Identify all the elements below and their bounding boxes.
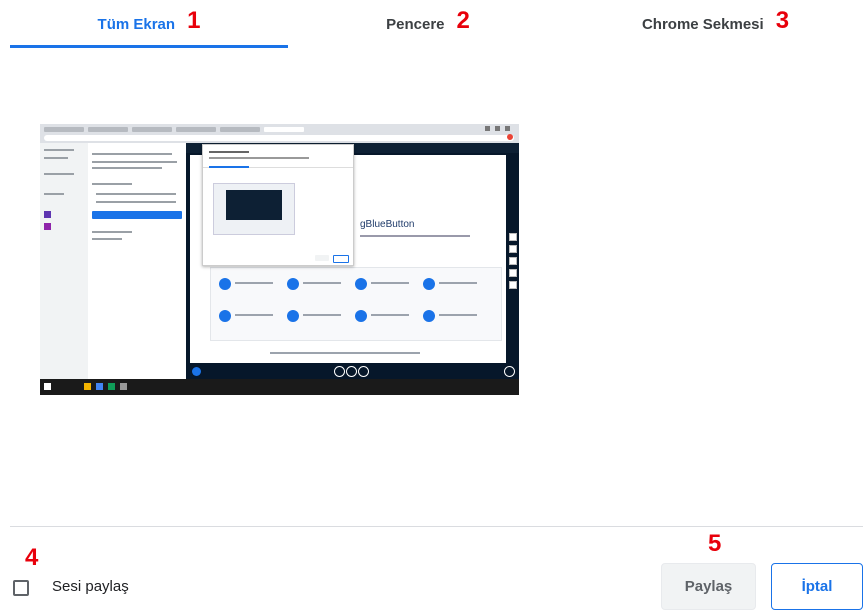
thumbnail-taskbar [40,379,519,395]
browser-chrome [40,124,519,143]
annotation-marker-1: 1 [187,7,201,34]
thumbnail-left-pane [40,143,187,379]
tab-entire-screen-label: Tüm Ekran [97,15,176,33]
thumbnail-app-title: gBlueButton [360,219,415,230]
annotation-marker-2: 2 [456,7,470,34]
share-audio-label[interactable]: Sesi paylaş [52,578,129,595]
tab-window[interactable]: Pencere 2 [288,0,568,48]
annotation-marker-4: 4 [25,544,39,571]
cancel-button[interactable]: İptal [771,563,863,610]
share-source-tabs: Tüm Ekran 1 Pencere 2 Chrome Sekmesi 3 [10,0,863,49]
tab-chrome-tab-label: Chrome Sekmesi [641,15,764,33]
tab-window-label: Pencere [386,15,445,33]
tab-entire-screen[interactable]: Tüm Ekran 1 [10,0,288,48]
share-audio-checkbox[interactable] [13,580,29,596]
screen-thumbnail[interactable]: gBlueButton [40,124,519,395]
share-button[interactable]: Paylaş [661,563,756,610]
thumbnail-share-dialog [202,144,354,266]
tab-chrome-tab[interactable]: Chrome Sekmesi 3 [568,0,863,48]
annotation-marker-5: 5 [708,530,722,557]
annotation-marker-3: 3 [775,7,790,34]
